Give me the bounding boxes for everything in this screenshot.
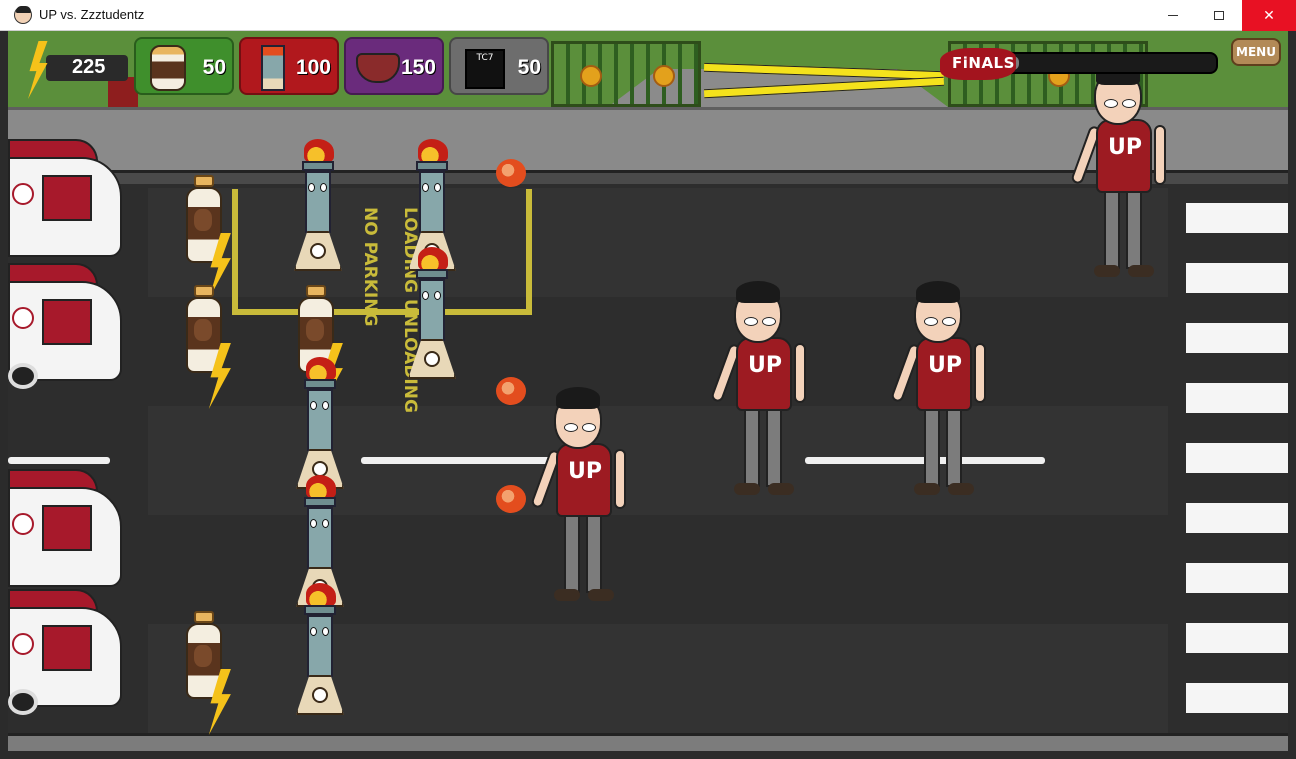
crosswalk-stripe [1186,623,1288,653]
campus-gate-left [551,41,701,107]
app-face-icon [14,6,32,24]
crosswalk-stripe [1186,443,1288,473]
seed-cost: 150 [400,56,436,79]
ikot-jeep-mower [8,589,124,715]
student-zombie: UP [530,387,640,607]
seed-cost: 50 [202,56,226,79]
shirt-label: UP [1108,135,1142,160]
level-label: FiNALS [952,54,1015,72]
ikot-jeep-mower [8,469,124,595]
maximize-button[interactable] [1196,0,1242,31]
crosswalk-stripe [1186,383,1288,413]
flame-icon [306,357,336,381]
minimize-icon [1168,15,1178,16]
student-zombie: UP [890,281,1000,501]
seed-cost: 100 [295,56,331,79]
ikot-jeep-mower [8,139,124,265]
tc7-block-icon: TC7 [465,49,505,89]
flame-icon [306,475,336,499]
maximize-icon [1214,11,1224,20]
sun-count: 225 [72,56,106,78]
gate-emblem-icon [580,65,602,87]
crosswalk-stripe [1186,503,1288,533]
seed-cost: 50 [517,56,541,79]
bottle-sunflower-plant[interactable] [184,285,231,409]
ikot-jeep-mower [8,263,124,389]
minimize-button[interactable] [1150,0,1196,31]
close-icon: ✕ [1263,7,1275,24]
no-parking-text: NO PARKING [360,207,380,327]
seed-packet-tc7[interactable]: TC7 50 [449,37,549,95]
shirt-label: UP [928,353,962,378]
bottle-sunflower-plant[interactable] [184,175,231,299]
crosswalk-stripe [1186,263,1288,293]
title-bar: UP vs. Zzztudentz ✕ [0,0,1296,31]
student-zombie: UP [1070,63,1180,283]
gate-emblem-icon [653,65,675,87]
flame-icon [418,247,448,271]
window-title: UP vs. Zzztudentz [39,7,145,22]
crosswalk-stripe [1186,563,1288,593]
bottle-icon [150,45,186,91]
parking-zone-marking [232,189,532,315]
fireball-projectile [496,377,526,405]
jeep-logo-icon [12,513,34,535]
jeep-logo-icon [12,633,34,655]
close-button[interactable]: ✕ [1242,0,1296,31]
flame-icon [304,139,334,163]
wheel-icon [8,689,38,715]
sun-counter: 225 [16,41,128,99]
game-canvas[interactable]: NO PARKING LOADING UNLOADING UP UP UP UP… [8,31,1288,751]
fireball-projectile [496,485,526,513]
student-zombie: UP [710,281,820,501]
app-window: UP vs. Zzztudentz ✕ NO PARKING LOADING U… [0,0,1296,759]
fireball-projectile [496,159,526,187]
oblation-tower-shooter[interactable] [290,139,346,273]
lane-marking [8,457,110,464]
progress-track [998,52,1218,74]
seed-packet-bowl[interactable]: 150 [344,37,444,95]
seed-packet-bottle[interactable]: 50 [134,37,234,95]
wheel-icon [8,363,38,389]
menu-button[interactable]: MENU [1231,38,1281,66]
tower-icon [261,45,285,91]
crosswalk-stripe [1186,323,1288,353]
oblation-tower-shooter[interactable] [292,357,348,491]
oblation-tower-shooter[interactable] [404,247,460,381]
shirt-label: UP [568,459,602,484]
flame-icon [306,583,336,607]
jeep-logo-icon [12,183,34,205]
crosswalk-stripe [1186,203,1288,233]
bottom-curb [8,733,1288,751]
seed-packet-tower[interactable]: 100 [239,37,339,95]
oblation-tower-shooter[interactable] [292,583,348,717]
level-progress: FiNALS [940,48,1218,80]
jeep-logo-icon [12,307,34,329]
shirt-label: UP [748,353,782,378]
flame-icon [418,139,448,163]
bottle-sunflower-plant[interactable] [184,611,231,735]
crosswalk-stripe [1186,683,1288,713]
bowl-icon [356,53,400,83]
